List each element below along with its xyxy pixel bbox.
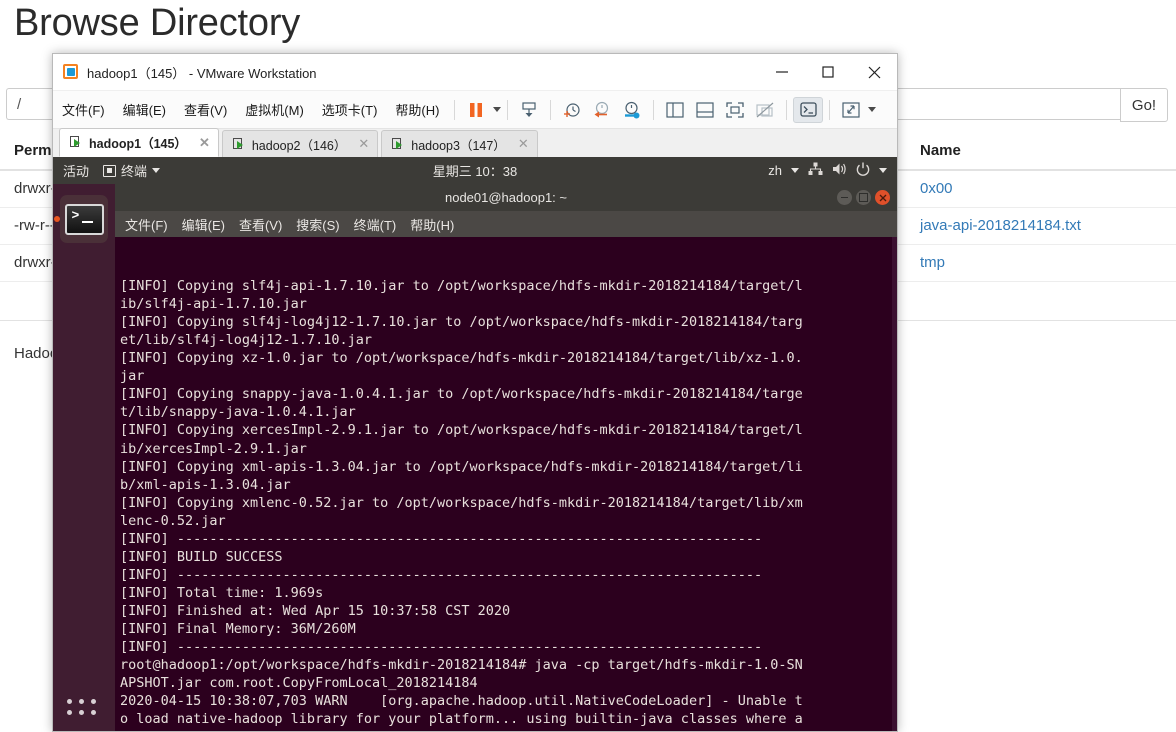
vmware-logo-icon [63,64,79,80]
ubuntu-top-bar: 活动 终端 星期三 10：38 zh [53,157,897,184]
status-indicators: zh [768,162,897,179]
tab-close-icon[interactable]: ✕ [199,135,210,151]
snapshot-revert-icon[interactable] [587,97,617,123]
app-menu-label: 终端 [121,164,148,179]
tab-hadoop3[interactable]: hadoop3（147） ✕ [381,130,538,157]
menu-view[interactable]: 查看(V) [175,100,236,119]
view-fullscreen-icon[interactable] [720,97,750,123]
terminal-menu-terminal[interactable]: 终端(T) [354,215,397,234]
terminal-maximize-button[interactable] [856,190,871,205]
gnome-terminal-window: node01@hadoop1: ~ 文件(F) 编辑(E) 查看(V) 搜索(S… [115,184,897,731]
cell-name: tmp [920,254,1176,271]
cell-name: 0x00 [920,180,1176,197]
tab-label: hadoop2（146） [251,138,347,153]
menu-file[interactable]: 文件(F) [53,100,114,119]
maximize-button[interactable] [805,54,851,90]
toolbar-divider [507,99,509,120]
vm-powered-on-icon [232,137,246,151]
terminal-menu-help[interactable]: 帮助(H) [410,215,454,234]
terminal-menu-search[interactable]: 搜索(S) [296,215,339,234]
toolbar-divider [653,99,655,120]
file-link[interactable]: java-api-2018214184.txt [920,217,1081,234]
chevron-down-icon[interactable] [879,168,887,173]
column-header-name: Name [920,142,961,159]
go-button[interactable]: Go! [1120,88,1168,122]
terminal-menu-view[interactable]: 查看(V) [239,215,282,234]
file-link[interactable]: tmp [920,254,945,271]
tab-close-icon[interactable]: ✕ [358,136,369,152]
vmware-tab-bar: hadoop1（145） ✕ hadoop2（146） ✕ hadoop3（14… [53,128,897,158]
window-controls [759,54,897,90]
snapshot-take-icon[interactable] [557,97,587,123]
snapshot-manager-icon[interactable] [617,97,647,123]
tab-hadoop1[interactable]: hadoop1（145） ✕ [59,128,219,157]
network-icon[interactable] [808,162,823,179]
vmware-window-title: hadoop1（145） - VMware Workstation [87,65,317,81]
show-applications-icon[interactable] [67,699,101,721]
terminal-icon [103,164,117,177]
tab-label: hadoop1（145） [89,137,187,151]
terminal-output[interactable]: [INFO] Copying slf4j-api-1.7.10.jar to /… [115,237,897,731]
pause-icon[interactable] [461,97,491,123]
menu-vm[interactable]: 虚拟机(M) [236,100,313,119]
vm-powered-on-icon [70,136,83,149]
menu-help[interactable]: 帮助(H) [386,100,448,119]
ubuntu-dock [53,184,115,731]
chevron-down-icon [791,168,799,173]
terminal-menu-file[interactable]: 文件(F) [125,215,168,234]
menu-tabs[interactable]: 选项卡(T) [313,100,387,119]
cell-name: java-api-2018214184.txt [920,217,1176,234]
terminal-menu-bar: 文件(F) 编辑(E) 查看(V) 搜索(S) 终端(T) 帮助(H) [115,211,897,237]
terminal-icon[interactable] [60,195,108,243]
menu-edit[interactable]: 编辑(E) [114,100,175,119]
stretch-guest-icon[interactable] [836,97,866,123]
toolbar-divider [786,99,788,120]
vmware-workstation-window: hadoop1（145） - VMware Workstation 文件(F) … [52,53,898,732]
terminal-text: [INFO] Copying slf4j-api-1.7.10.jar to /… [120,278,803,731]
activities-button[interactable]: 活动 [53,161,97,180]
terminal-scrollbar[interactable] [892,237,897,731]
terminal-title-text: node01@hadoop1: ~ [444,190,567,205]
vmware-menu-bar: 文件(F) 编辑(E) 查看(V) 虚拟机(M) 选项卡(T) 帮助(H) [53,91,897,129]
chevron-down-icon [152,168,161,173]
terminal-menu-edit[interactable]: 编辑(E) [182,215,225,234]
page-title: Browse Directory [14,2,301,44]
toolbar-divider [829,99,831,120]
close-button[interactable] [851,54,897,90]
minimize-button[interactable] [759,54,805,90]
power-icon[interactable] [856,162,870,179]
console-icon[interactable] [793,96,824,123]
ubuntu-guest-screen: 活动 终端 星期三 10：38 zh > node01@hadoop1: ~ 文… [53,157,897,731]
vm-powered-on-icon [392,137,405,151]
view-bottom-panel-icon[interactable] [690,97,720,123]
view-unity-icon[interactable] [750,97,780,123]
terminal-window-controls [837,184,890,211]
volume-icon[interactable] [832,162,847,179]
view-sidebar-icon[interactable] [660,97,690,123]
terminal-title-bar: node01@hadoop1: ~ [115,184,897,211]
toolbar-divider [454,99,456,120]
send-ctrl-alt-del-icon[interactable] [514,97,544,123]
language-indicator[interactable]: zh [768,163,782,178]
terminal-minimize-button[interactable] [837,190,852,205]
app-menu-terminal[interactable]: 终端 [97,161,166,180]
tab-label: hadoop3（147） [411,138,506,153]
tab-close-icon[interactable]: ✕ [518,136,529,152]
terminal-close-button[interactable] [875,190,890,205]
pause-dropdown-caret[interactable] [493,107,502,112]
toolbar-divider [550,99,552,120]
stretch-dropdown-caret[interactable] [868,107,877,112]
vmware-title-bar: hadoop1（145） - VMware Workstation [53,54,897,91]
file-link[interactable]: 0x00 [920,180,953,197]
tab-hadoop2[interactable]: hadoop2（146） ✕ [221,130,379,157]
